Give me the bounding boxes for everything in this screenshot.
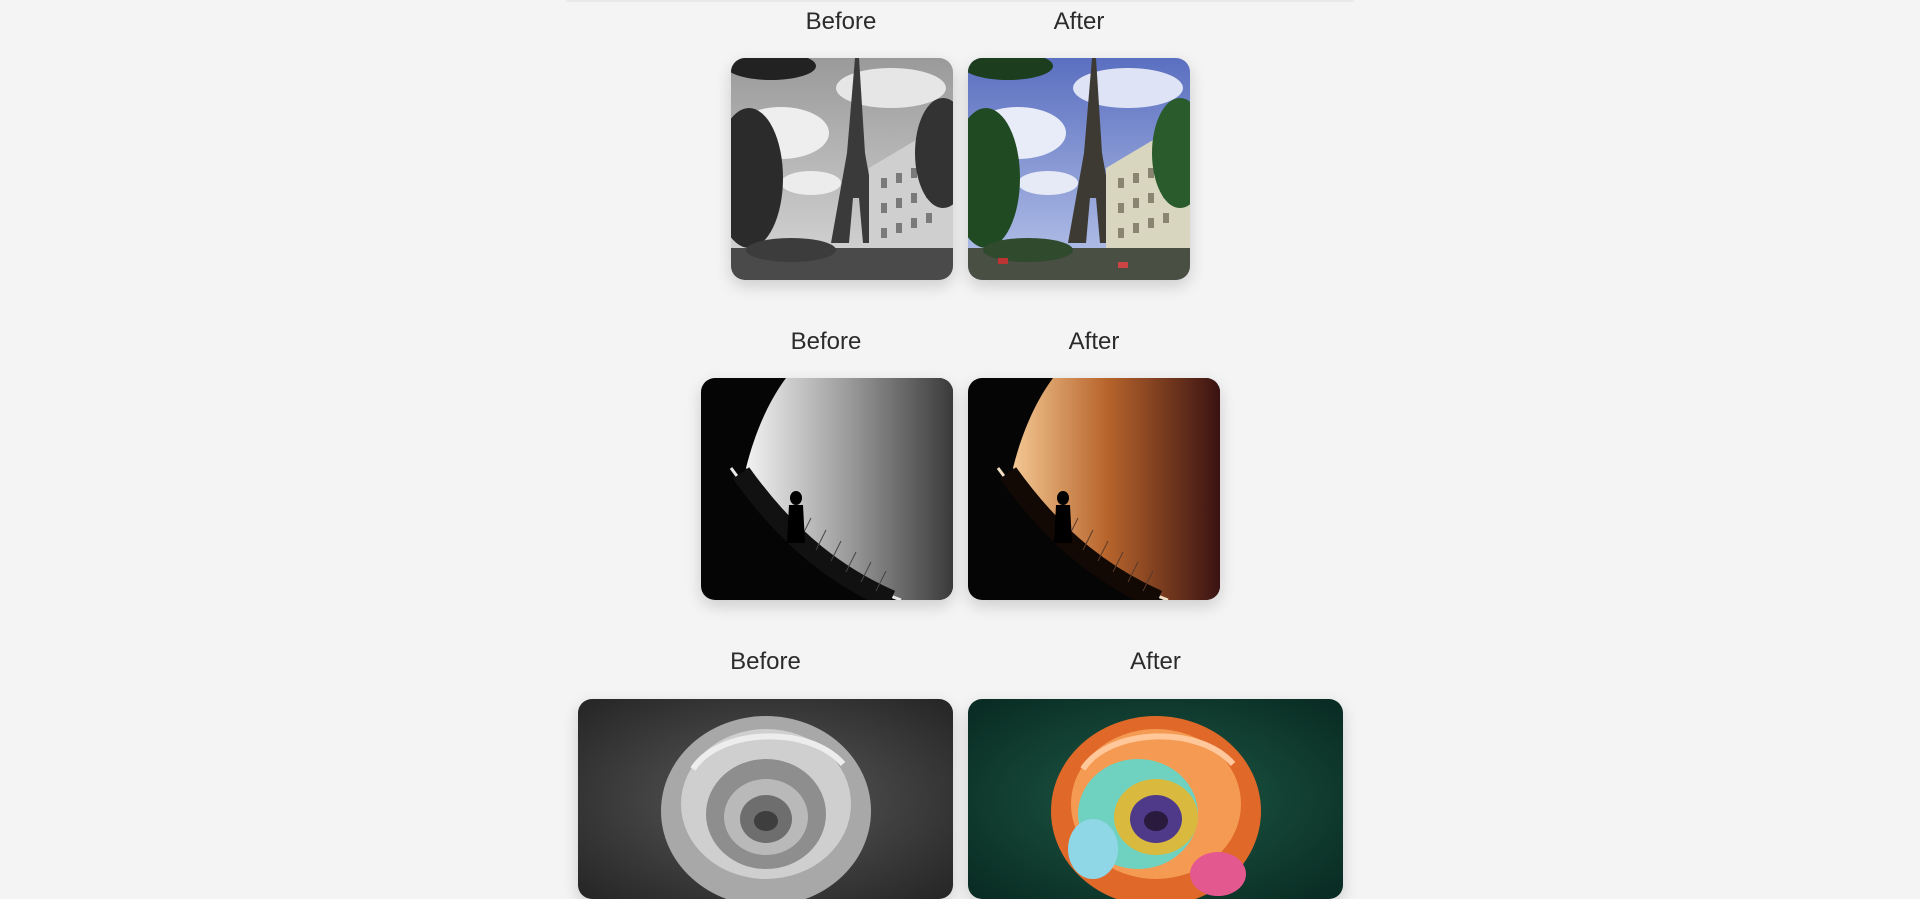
- after-label: After: [1053, 8, 1105, 35]
- before-label: Before: [805, 8, 877, 35]
- before-label: Before: [730, 648, 801, 675]
- after-label: After: [1068, 328, 1120, 355]
- before-image-rose: [578, 699, 953, 899]
- before-label: Before: [790, 328, 862, 355]
- before-image-eiffel-tower: [731, 58, 953, 280]
- before-image-spiral-staircase: [701, 378, 953, 600]
- after-image-eiffel-tower: [968, 58, 1190, 280]
- after-image-rose: [968, 699, 1343, 899]
- after-image-spiral-staircase: [968, 378, 1220, 600]
- top-divider: [566, 0, 1354, 2]
- after-label: After: [1130, 648, 1181, 675]
